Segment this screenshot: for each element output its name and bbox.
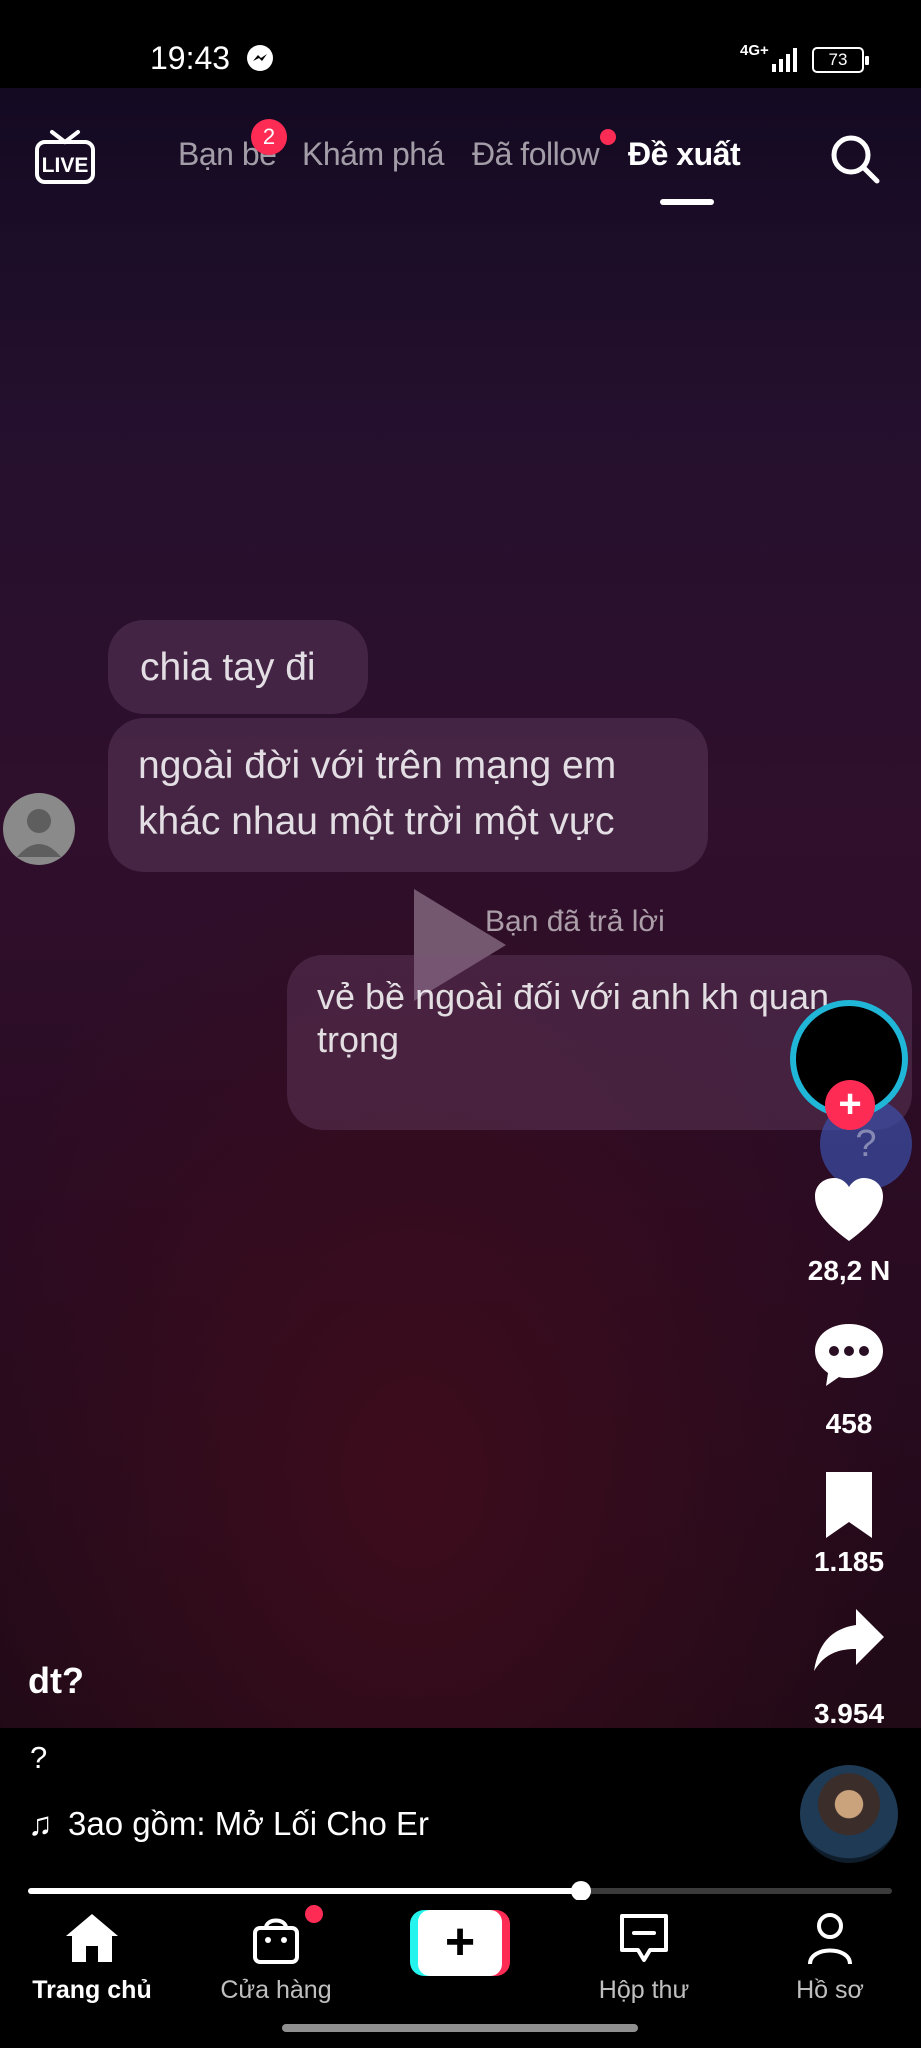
nav-shop-label: Cửa hàng (220, 1976, 332, 2004)
like-count: 28,2 N (807, 1255, 891, 1286)
active-tab-indicator (660, 199, 714, 205)
profile-icon (808, 1913, 852, 1965)
share-icon[interactable] (812, 1605, 886, 1675)
tab-following[interactable]: Đã follow (472, 136, 600, 173)
nav-shop[interactable]: Cửa hàng (186, 1910, 366, 2020)
nav-home-label: Trang chủ (32, 1976, 152, 2004)
tab-explore[interactable]: Khám phá (302, 136, 444, 173)
music-note-icon: ♫ (28, 1805, 53, 1842)
status-time: 19:43 (150, 40, 231, 76)
search-icon[interactable] (828, 132, 882, 186)
inbox-icon (620, 1914, 668, 1962)
video-caption-title: dt? (28, 1660, 84, 1701)
create-button[interactable]: + (410, 1910, 510, 1976)
reply-label: Bạn đã trả lời (485, 905, 665, 938)
svg-text:LIVE: LIVE (42, 154, 89, 177)
video-description[interactable]: ? (30, 1740, 47, 1776)
status-bar: 19:43 4G+ 73 (0, 0, 921, 88)
battery-indicator: 73 (812, 47, 869, 73)
signal-icon (772, 48, 797, 72)
messenger-icon (247, 45, 273, 71)
comment-icon[interactable] (812, 1320, 886, 1390)
nav-inbox-label: Hộp thư (598, 1976, 690, 2004)
person-icon (17, 809, 61, 857)
tab-for-you[interactable]: Đề xuất (628, 136, 741, 173)
nav-profile[interactable]: Hồ sơ (740, 1910, 920, 2020)
plus-icon: + (418, 1910, 502, 1976)
home-indicator[interactable] (282, 2024, 638, 2032)
chat-avatar (3, 793, 75, 865)
bookmark-icon[interactable] (812, 1470, 886, 1540)
share-count: 3.954 (813, 1698, 885, 1729)
follow-plus-icon[interactable]: + (825, 1080, 875, 1130)
following-notification-dot (600, 129, 616, 145)
shop-notification-dot (305, 1905, 323, 1923)
home-icon (66, 1914, 118, 1962)
save-count: 1.185 (813, 1546, 885, 1577)
progress-fill (28, 1888, 581, 1894)
video-progress-bar[interactable] (28, 1881, 892, 1901)
chat-bubble-received: ngoài đời với trên mạng em khác nhau một… (108, 718, 708, 872)
music-disc[interactable] (800, 1765, 898, 1863)
heart-icon[interactable] (812, 1175, 886, 1245)
progress-knob[interactable] (570, 1881, 591, 1901)
friends-badge: 2 (251, 119, 287, 155)
shopping-bag-icon (253, 1918, 299, 1964)
music-title[interactable]: 3ao gồm: Mở Lối Cho Er (68, 1805, 429, 1843)
network-label: 4G+ (740, 42, 769, 59)
nav-home[interactable]: Trang chủ (2, 1910, 182, 2020)
chat-bubble-received: chia tay đi (108, 620, 368, 714)
nav-profile-label: Hồ sơ (796, 1976, 864, 2004)
live-icon[interactable]: LIVE (34, 128, 96, 186)
nav-inbox[interactable]: Hộp thư (554, 1910, 734, 2020)
comment-count: 458 (825, 1408, 873, 1439)
